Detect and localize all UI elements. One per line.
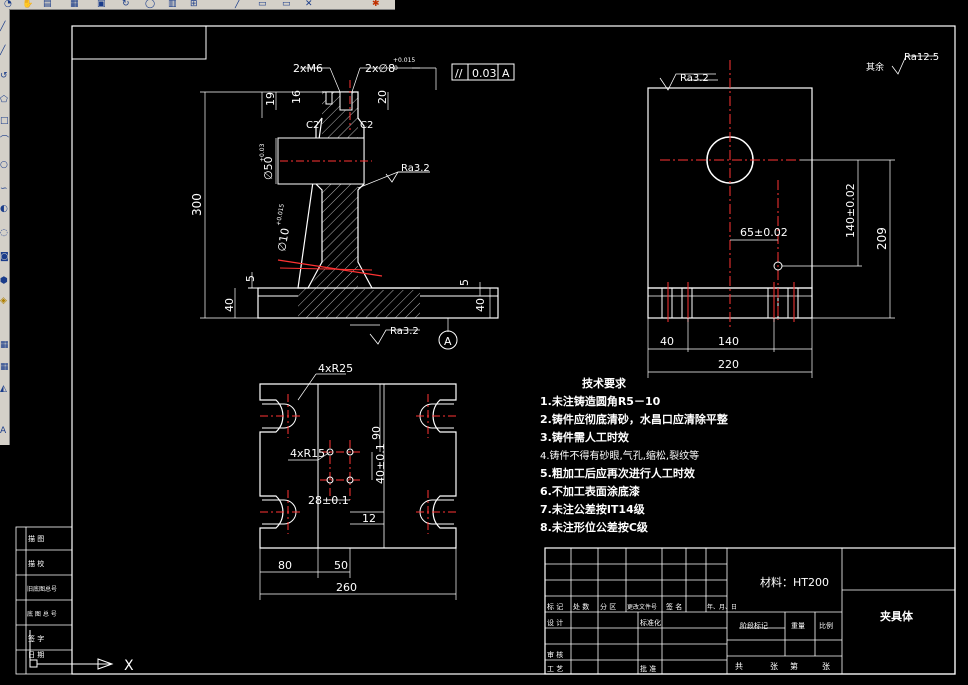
dim-4xr15: 4xR15 — [290, 447, 325, 460]
tolerance-symbol: // — [455, 67, 463, 80]
side-label-old-no: 旧底图总号 — [27, 585, 57, 593]
dim-40-side: 40 — [660, 335, 674, 348]
header-zone: 分 区 — [600, 602, 616, 611]
dim-28: 28±0.1 — [308, 494, 349, 507]
dim-tol-plus: +0.015 — [393, 57, 415, 64]
header-change-no: 更改文件号 — [627, 603, 657, 611]
tech-item-3: 3.铸件需人工时效 — [540, 430, 630, 444]
dim-209: 209 — [875, 227, 889, 250]
other-roughness: Ra12.5 — [904, 52, 939, 63]
dim-2xm6: 2xM6 — [293, 62, 323, 75]
tech-item-1: 1.未注铸造圆角R5－10 — [540, 394, 661, 408]
chamfer-c2-right: C2 — [360, 120, 373, 131]
tech-title: 技术要求 — [582, 376, 627, 390]
label-scale: 比例 — [819, 621, 833, 630]
plan-outline — [259, 383, 457, 549]
dim-16: 16 — [290, 90, 303, 104]
side-view — [647, 55, 936, 378]
header-mark: 标 记 — [547, 602, 563, 611]
label-design: 设 计 — [547, 618, 563, 627]
tolerance-value: 0.03 — [472, 67, 497, 80]
part-name: 夹具体 — [880, 609, 914, 623]
chamfer-c2-left: C2 — [306, 120, 319, 131]
tech-item-6: 6.不加工表面涂底漆 — [540, 484, 640, 498]
sheet-total: 共 — [735, 662, 743, 671]
side-label-check: 描 校 — [28, 559, 44, 568]
tech-item-4: 4.铸件不得有砂眼,气孔,缩松,裂纹等 — [540, 449, 699, 462]
material-label: 材料：HT200 — [760, 575, 829, 589]
dim-40-left: 40 — [223, 298, 236, 312]
dim-5-left: 5 — [244, 275, 257, 282]
header-date: 年、月、日 — [707, 603, 737, 611]
label-approve: 批 准 — [640, 664, 656, 673]
sheet-unit-2: 张 — [822, 662, 830, 671]
dim-phi50-tol: +0.03 — [259, 143, 266, 162]
label-standardize: 标准化 — [640, 618, 661, 627]
tech-item-5: 5.粗加工后应再次进行人工时效 — [540, 466, 696, 480]
tech-item-7: 7.未注公差按IT14级 — [540, 502, 646, 516]
dim-220: 220 — [718, 358, 739, 371]
section-view — [200, 63, 515, 350]
dim-140-horizontal: 140 — [718, 335, 739, 348]
dim-2xphi8: 2x∅8 — [365, 62, 395, 75]
roughness-ra32-a: Ra3.2 — [401, 163, 430, 174]
sheet-unit-1: 张 — [770, 662, 778, 671]
datum-label: A — [444, 335, 452, 348]
label-stage-mark: 阶段标记 — [740, 621, 768, 630]
dim-300: 300 — [190, 193, 204, 216]
dim-tol-zero: 0 — [394, 65, 398, 72]
dim-140-vertical: 140±0.02 — [844, 183, 857, 238]
dim-40-plan: 40±0.1 — [374, 443, 387, 484]
dim-65: 65±0.02 — [740, 226, 788, 239]
dim-12: 12 — [362, 512, 376, 525]
sheet-no: 第 — [790, 661, 798, 671]
tech-item-2: 2.铸件应彻底清砂，水昌口应清除平整 — [540, 412, 728, 426]
dim-40-right: 40 — [474, 298, 487, 312]
drawing-canvas[interactable]: 描 图 描 校 旧底图总号 底 图 总 号 签 字 日 期 X 2xM6 2x∅… — [0, 0, 968, 685]
ucs-x-label: X — [124, 658, 134, 674]
dim-phi10-tol: +0.015 — [275, 203, 286, 226]
dim-phi10: ∅10 — [275, 227, 292, 252]
header-count: 处 数 — [573, 602, 589, 611]
dim-80: 80 — [278, 559, 292, 572]
header-signature: 签 名 — [666, 602, 682, 611]
side-label-base-no: 底 图 总 号 — [27, 610, 57, 618]
roughness-ra32-b: Ra3.2 — [390, 326, 419, 337]
tech-item-8: 8.未注形位公差按C级 — [540, 520, 649, 534]
dim-20: 20 — [376, 90, 389, 104]
dim-50: 50 — [334, 559, 348, 572]
side-label-trace: 描 图 — [28, 534, 44, 543]
dim-5-right: 5 — [458, 279, 471, 286]
other-label: 其余 — [866, 61, 884, 73]
label-weight: 重量 — [791, 622, 805, 630]
dim-4xr25: 4xR25 — [318, 362, 353, 375]
side-roughness: Ra3.2 — [680, 73, 709, 84]
dim-19: 19 — [264, 92, 277, 106]
tolerance-datum: A — [502, 67, 510, 80]
label-process: 工 艺 — [547, 665, 563, 673]
label-review: 审 核 — [547, 650, 563, 659]
dim-90: 90 — [370, 426, 383, 440]
dim-260: 260 — [336, 581, 357, 594]
